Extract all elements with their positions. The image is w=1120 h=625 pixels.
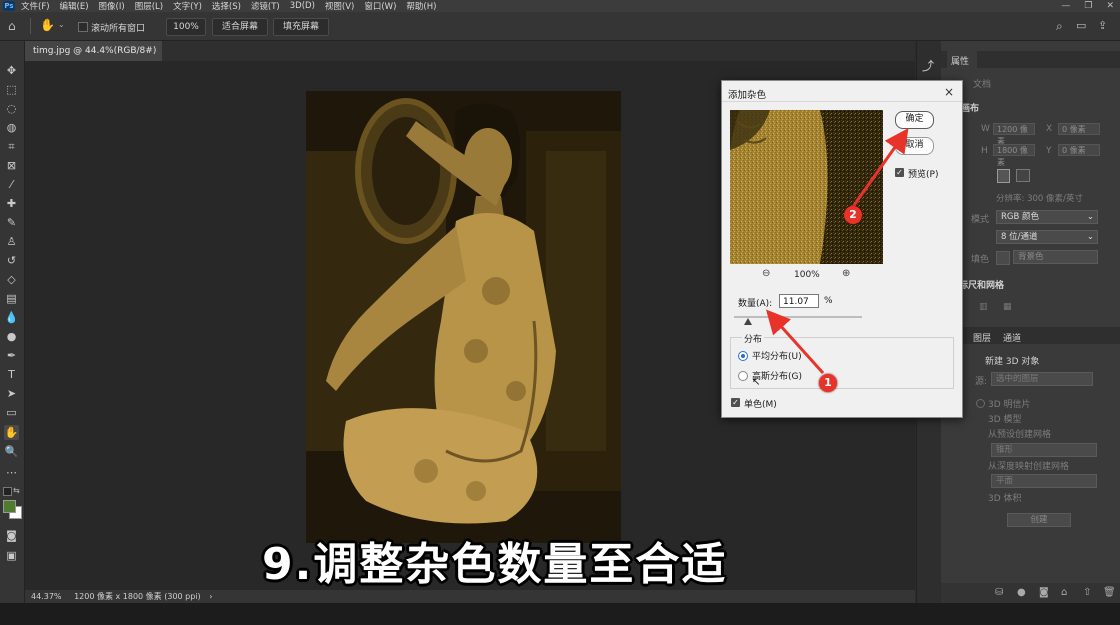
arrow-to-ok-button [850,128,909,209]
tutorial-caption: 9.调整杂色数量至合适 [262,539,728,590]
step-badge-2: 2 [844,206,862,224]
arrow-to-amount-slider [765,309,825,375]
step-badge-1: 1 [819,374,837,392]
